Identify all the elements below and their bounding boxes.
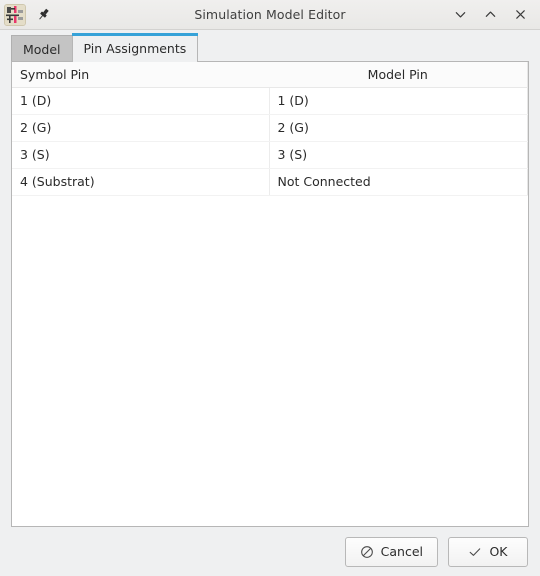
cell-symbol-pin: 4 (Substrat)	[12, 168, 269, 196]
check-icon	[468, 545, 482, 559]
cell-spacer	[526, 168, 528, 196]
app-icon	[4, 3, 26, 26]
tab-pin-assignments[interactable]: Pin Assignments	[71, 33, 199, 62]
cancel-button-label: Cancel	[380, 544, 423, 559]
column-header-spacer	[526, 62, 528, 88]
window-controls	[450, 5, 534, 25]
minimize-button[interactable]	[450, 5, 470, 25]
ok-button[interactable]: OK	[448, 536, 528, 567]
no-entry-icon	[360, 545, 374, 559]
cell-spacer	[526, 114, 528, 142]
content-area: Symbol Pin Model Pin 1 (D) 1 (D) 2 (G) 2…	[0, 61, 540, 527]
close-x-icon	[515, 10, 525, 19]
column-header-symbol-pin[interactable]: Symbol Pin	[12, 62, 269, 88]
cancel-button[interactable]: Cancel	[344, 536, 438, 567]
table-row[interactable]: 4 (Substrat) Not Connected	[12, 168, 528, 196]
pin-assignments-panel: Symbol Pin Model Pin 1 (D) 1 (D) 2 (G) 2…	[11, 61, 529, 527]
simulation-model-editor-window: Simulation Model Editor Model Pin Assign…	[0, 0, 540, 576]
pin-assignment-table: Symbol Pin Model Pin 1 (D) 1 (D) 2 (G) 2…	[12, 62, 528, 196]
window-titlebar: Simulation Model Editor	[0, 0, 540, 30]
cell-symbol-pin: 2 (G)	[12, 114, 269, 142]
chevron-up-icon	[485, 11, 495, 17]
titlebar-left-controls	[4, 3, 54, 26]
kicad-simulation-model-icon	[5, 4, 25, 25]
dialog-button-bar: Cancel OK	[0, 527, 540, 576]
tab-pin-assignments-label: Pin Assignments	[83, 40, 187, 56]
table-row[interactable]: 1 (D) 1 (D)	[12, 87, 528, 115]
tab-model[interactable]: Model	[11, 35, 73, 62]
table-header-row: Symbol Pin Model Pin	[12, 62, 528, 88]
table-body: 1 (D) 1 (D) 2 (G) 2 (G) 3 (S) 3 (S) 4 (S…	[12, 87, 528, 196]
cell-spacer	[526, 141, 528, 169]
pushpin-icon	[38, 8, 49, 20]
cell-model-pin[interactable]: 1 (D)	[268, 87, 527, 115]
close-button[interactable]	[510, 5, 530, 25]
tab-bar: Model Pin Assignments	[0, 30, 540, 62]
cell-symbol-pin: 3 (S)	[12, 141, 269, 169]
cell-model-pin[interactable]: Not Connected	[268, 168, 527, 196]
cell-model-pin[interactable]: 3 (S)	[268, 141, 527, 169]
cell-symbol-pin: 1 (D)	[12, 87, 269, 115]
cell-spacer	[526, 87, 528, 115]
table-header: Symbol Pin Model Pin	[12, 62, 528, 88]
table-row[interactable]: 3 (S) 3 (S)	[12, 141, 528, 169]
column-header-model-pin[interactable]: Model Pin	[269, 62, 527, 88]
chevron-down-icon	[455, 12, 465, 18]
pin-window-button[interactable]	[32, 4, 54, 26]
tab-model-label: Model	[23, 41, 61, 57]
cell-model-pin[interactable]: 2 (G)	[268, 114, 527, 142]
table-row[interactable]: 2 (G) 2 (G)	[12, 114, 528, 142]
maximize-button[interactable]	[480, 5, 500, 25]
ok-button-label: OK	[489, 544, 508, 559]
